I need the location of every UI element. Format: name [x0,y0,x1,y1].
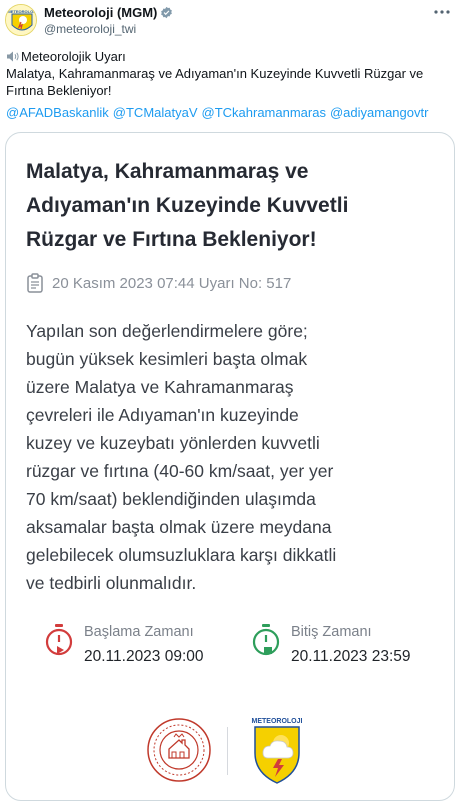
display-name[interactable]: Meteoroloji (MGM) [44,5,173,20]
verified-badge-icon [161,6,173,19]
end-time-label: Bitiş Zamanı [291,624,372,640]
card-title-line: Rüzgar ve Fırtına Bekleniyor! [26,228,317,251]
warning-meta-text: 20 Kasım 2023 07:44 Uyarı No: 517 [52,274,292,292]
tweet-line-1: Meteorolojik Uyarı [6,48,458,65]
card-title: Malatya, Kahramanmaraş ve Adıyaman'ın Ku… [26,155,441,257]
mentions: @AFADBaskanlik @TCMalatyaV @TCkahramanmara… [6,104,432,121]
handle[interactable]: @meteoroloji_twi [44,22,136,36]
warning-body: Yapılan son değerlendirmelere göre; bugü… [26,317,446,597]
body-line: çevreleri ile Adıyaman'ın kuzeyinde [26,405,299,425]
avatar[interactable]: METEOROLOJI [5,4,37,36]
stopwatch-icon [252,624,280,656]
tweet-header: METEOROLOJI Meteoroloji (MGM) @meteorolo… [0,0,463,40]
mention-link[interactable]: @adiyamangovtr [330,105,428,120]
body-line: aksamalar başta olmak üzere meydana [26,517,332,537]
mgm-logo: METEOROLOJI [251,715,303,785]
logo-divider [227,727,228,775]
body-line: bugün yüksek kesimleri başta olmak [26,349,308,369]
body-line: Yapılan son değerlendirmelere göre; [26,321,308,341]
body-line: üzere Malatya ve Kahramanmaraş [26,377,294,397]
card-title-line: Malatya, Kahramanmaraş ve [26,160,309,183]
body-line: kuzey ve kuzeybatı yönlerden kuvvetli [26,433,320,453]
more-icon[interactable] [431,4,453,20]
mention-link[interactable]: @TCkahramanmaras [202,105,326,120]
warning-meta: 20 Kasım 2023 07:44 Uyarı No: 517 [26,273,291,293]
body-line: rüzgar ve fırtına (40-60 km/saat, yer ye… [26,461,334,481]
tweet-line-2: Malatya, Kahramanmaraş ve Adıyaman'ın Ku… [6,66,424,81]
tweet-line-3: Fırtına Bekleniyor! [6,83,112,98]
end-time-value: 20.11.2023 23:59 [291,648,411,665]
clipboard-icon [27,273,43,293]
svg-text:METEOROLOJI: METEOROLOJI [252,718,303,725]
tweet-text: Meteorolojik Uyarı Malatya, Kahramanmara… [6,48,458,99]
start-time-label: Başlama Zamanı [84,624,194,640]
start-time-value: 20.11.2023 09:00 [84,648,204,665]
svg-text:METEOROLOJI: METEOROLOJI [7,9,36,14]
stopwatch-icon [45,624,73,656]
mention-link[interactable]: @AFADBaskanlik [6,105,109,120]
mention-link[interactable]: @TCMalatyaV [113,105,198,120]
afad-seal-logo [146,717,212,783]
warning-card-image[interactable]: Malatya, Kahramanmaraş ve Adıyaman'ın Ku… [5,132,455,801]
body-line: gelebilecek olumsuzluklara karşı dikkatl… [26,545,337,565]
speaker-icon [7,51,19,62]
card-title-line: Adıyaman'ın Kuzeyinde Kuvvetli [26,194,349,217]
body-line: ve tedbirli olunmalıdır. [26,573,197,593]
body-line: 70 km/saat) beklendiğinden ulaşımda [26,489,316,509]
